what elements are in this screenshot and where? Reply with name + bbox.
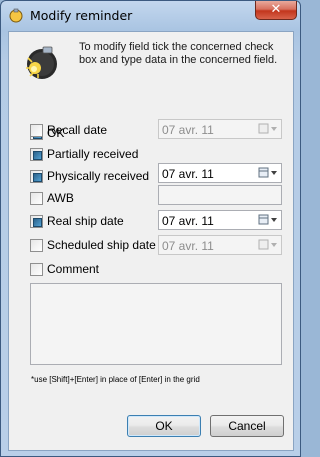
window-title: Modify reminder bbox=[30, 8, 133, 23]
info-text: To modify field tick the concerned check… bbox=[79, 41, 278, 66]
scheduled-ship-date-label: Scheduled ship date bbox=[47, 238, 156, 252]
awb-checkbox[interactable] bbox=[30, 192, 43, 205]
real-ship-date-value: 07 avr. 11 bbox=[162, 214, 214, 228]
lightbulb-info-icon bbox=[26, 46, 57, 79]
calendar-dropdown-icon[interactable] bbox=[258, 214, 278, 226]
real-ship-date-picker[interactable]: 07 avr. 11 bbox=[158, 210, 282, 230]
close-icon: ✕ bbox=[270, 2, 282, 17]
comment-textarea[interactable] bbox=[30, 283, 282, 365]
calendar-dropdown-icon[interactable] bbox=[258, 167, 278, 179]
calendar-dropdown-icon[interactable] bbox=[258, 239, 278, 251]
dialog-body: To modify field tick the concerned check… bbox=[8, 31, 294, 451]
comment-row[interactable]: Comment bbox=[30, 262, 120, 278]
partially-received-checkbox[interactable] bbox=[30, 148, 43, 161]
calendar-dropdown-icon[interactable] bbox=[258, 123, 278, 135]
recall-date-label: Recall date bbox=[47, 123, 108, 137]
awb-input[interactable] bbox=[158, 185, 282, 205]
recall-date-checkbox-row[interactable]: Recall date bbox=[30, 123, 160, 139]
modify-reminder-window: Modify reminder ✕ To modify field tick t… bbox=[0, 0, 301, 457]
scheduled-ship-date-value: 07 avr. 11 bbox=[162, 239, 214, 253]
shift-enter-note: *use [Shift]+[Enter] in place of [Enter]… bbox=[31, 375, 200, 384]
physically-received-label: Physically received bbox=[47, 169, 150, 183]
physically-received-row[interactable]: Physically received bbox=[30, 169, 160, 185]
comment-label: Comment bbox=[47, 262, 100, 276]
app-icon bbox=[9, 8, 23, 23]
awb-row[interactable]: AWB bbox=[30, 191, 110, 207]
recall-date-checkbox[interactable] bbox=[30, 124, 43, 137]
physically-received-date-picker[interactable]: 07 avr. 11 bbox=[158, 163, 282, 183]
partially-received-row[interactable]: Partially received bbox=[30, 147, 160, 163]
real-ship-date-label: Real ship date bbox=[47, 214, 124, 228]
close-button[interactable]: ✕ bbox=[255, 1, 297, 20]
awb-label: AWB bbox=[47, 191, 74, 205]
partially-received-label: Partially received bbox=[47, 147, 139, 161]
comment-checkbox[interactable] bbox=[30, 263, 43, 276]
real-ship-date-checkbox[interactable] bbox=[30, 215, 43, 228]
scheduled-ship-date-picker[interactable]: 07 avr. 11 bbox=[158, 235, 282, 255]
physically-received-date-value: 07 avr. 11 bbox=[162, 167, 214, 181]
recall-date-value: 07 avr. 11 bbox=[162, 123, 214, 137]
scheduled-ship-date-row[interactable]: Scheduled ship date bbox=[30, 238, 160, 254]
recall-date-picker[interactable]: 07 avr. 11 bbox=[158, 119, 282, 139]
title-bar[interactable]: Modify reminder ✕ bbox=[1, 1, 300, 31]
ok-button[interactable]: OK bbox=[127, 415, 201, 437]
cancel-button[interactable]: Cancel bbox=[210, 415, 284, 437]
scheduled-ship-date-checkbox[interactable] bbox=[30, 239, 43, 252]
real-ship-date-row[interactable]: Real ship date bbox=[30, 214, 150, 230]
physically-received-checkbox[interactable] bbox=[30, 170, 43, 183]
